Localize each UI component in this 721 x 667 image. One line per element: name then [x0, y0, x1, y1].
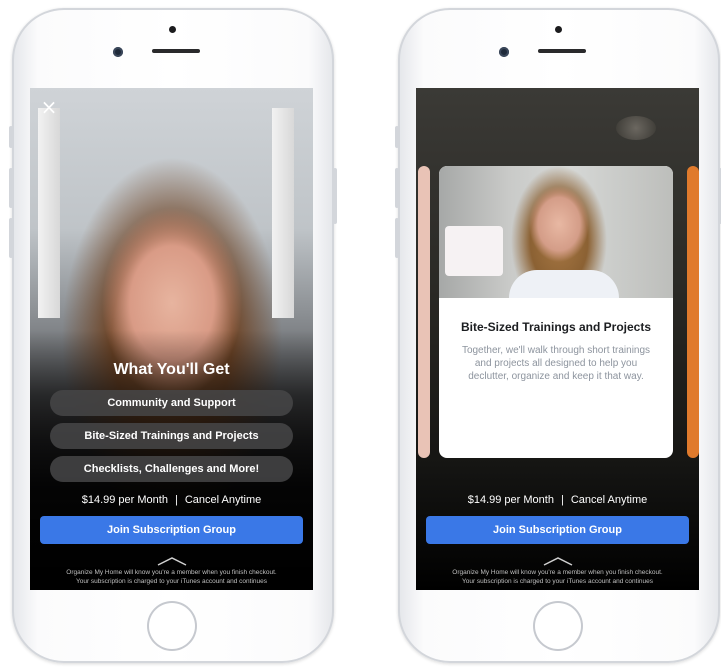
feature-card[interactable]: Bite-Sized Trainings and Projects Togeth… [439, 166, 673, 458]
sensor-dot [169, 26, 176, 33]
fine-print: Organize My Home will know you're a memb… [36, 568, 307, 586]
fine-print-line-2: Your subscription is charged to your iTu… [461, 578, 654, 585]
curtain-right [272, 108, 294, 318]
fine-print-line-1: Organize My Home will know you're a memb… [66, 569, 277, 576]
phone-left: × What You'll Get Community and Support … [9, 8, 337, 663]
curtain-left [38, 108, 60, 318]
price-row: $14.99 per Month | Cancel Anytime [416, 494, 699, 506]
chevron-up-icon[interactable] [543, 556, 573, 566]
price-label: $14.99 per Month [467, 494, 554, 506]
separator: | [560, 494, 564, 506]
sensor-dot [555, 26, 562, 33]
ceiling-lamp [616, 116, 656, 140]
shirt-image [509, 270, 619, 298]
phone-right: Bite-Sized Trainings and Projects Togeth… [395, 8, 721, 663]
feature-pill-checklists[interactable]: Checklists, Challenges and More! [50, 456, 293, 482]
power-button [333, 168, 337, 224]
card-peek-next[interactable] [687, 166, 699, 458]
volume-down-button [9, 218, 13, 258]
feature-pill-community[interactable]: Community and Support [50, 390, 293, 416]
price-label: $14.99 per Month [81, 494, 168, 506]
chevron-up-icon[interactable] [157, 556, 187, 566]
card-title: Bite-Sized Trainings and Projects [460, 320, 652, 334]
screen-right: Bite-Sized Trainings and Projects Togeth… [416, 88, 699, 590]
mute-switch [395, 126, 399, 148]
close-icon[interactable]: × [40, 97, 58, 117]
card-peek-previous[interactable] [418, 166, 430, 458]
earpiece-speaker [152, 49, 200, 53]
fine-print: Organize My Home will know you're a memb… [422, 568, 693, 586]
join-subscription-button[interactable]: Join Subscription Group [426, 516, 689, 544]
home-button[interactable] [533, 601, 583, 651]
feature-pill-trainings[interactable]: Bite-Sized Trainings and Projects [50, 423, 293, 449]
front-camera [113, 47, 123, 57]
card-image [439, 166, 673, 298]
price-row: $14.99 per Month | Cancel Anytime [30, 494, 313, 506]
home-button[interactable] [147, 601, 197, 651]
card-description: Together, we'll walk through short train… [461, 345, 651, 382]
fine-print-line-1: Organize My Home will know you're a memb… [452, 569, 663, 576]
volume-up-button [9, 168, 13, 208]
cancel-label: Cancel Anytime [184, 494, 262, 506]
page-title: What You'll Get [113, 361, 230, 378]
cancel-label: Cancel Anytime [570, 494, 648, 506]
fine-print-line-2: Your subscription is charged to your iTu… [75, 578, 268, 585]
mug-image [445, 226, 503, 276]
front-camera [499, 47, 509, 57]
volume-up-button [395, 168, 399, 208]
join-subscription-button[interactable]: Join Subscription Group [40, 516, 303, 544]
screen-left: × What You'll Get Community and Support … [30, 88, 313, 590]
mute-switch [9, 126, 13, 148]
earpiece-speaker [538, 49, 586, 53]
separator: | [174, 494, 178, 506]
volume-down-button [395, 218, 399, 258]
